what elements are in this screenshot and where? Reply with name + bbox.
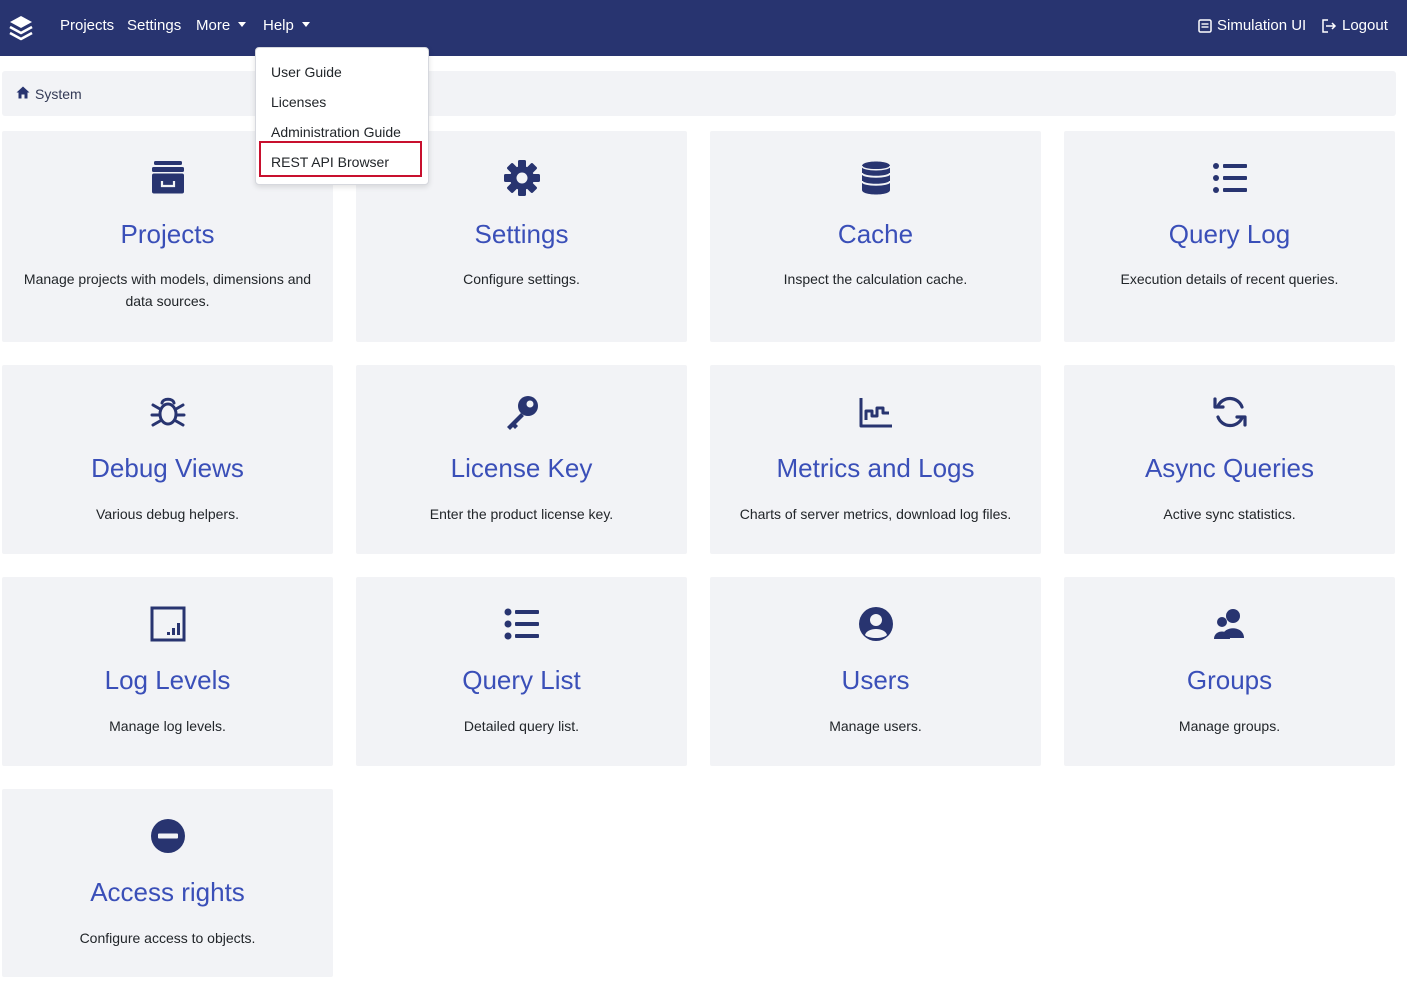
card-title: Groups (1186, 665, 1273, 695)
user-circle-icon (857, 605, 895, 643)
card-license-key[interactable]: License Key Enter the product license ke… (356, 365, 687, 554)
logout-icon (1321, 19, 1337, 33)
card-title: License Key (450, 453, 593, 483)
nav-more-label: More (196, 17, 231, 34)
layers-icon[interactable] (8, 14, 34, 42)
card-description: Manage groups. (1178, 718, 1281, 734)
card-users[interactable]: Users Manage users. (710, 577, 1041, 766)
card-title: Debug Views (91, 453, 244, 483)
card-query-list[interactable]: Query List Detailed query list. (356, 577, 687, 766)
chart-line-icon (857, 393, 895, 431)
key-icon (503, 393, 541, 431)
users-group-icon (1211, 605, 1249, 643)
card-title: Query Log (1168, 219, 1291, 249)
top-navbar: Projects Settings More Help Simulation U… (0, 0, 1407, 56)
card-metrics-and-logs[interactable]: Metrics and Logs Charts of server metric… (710, 365, 1041, 554)
list-bullets-icon (503, 605, 541, 643)
card-log-levels[interactable]: Log Levels Manage log levels. (2, 577, 333, 766)
card-groups[interactable]: Groups Manage groups. (1064, 577, 1395, 766)
card-description: Active sync statistics. (1163, 506, 1296, 522)
card-description: Detailed query list. (463, 718, 580, 734)
card-description: Configure access to objects. (79, 930, 256, 946)
chevron-down-icon (301, 22, 310, 27)
list-icon (1211, 159, 1249, 197)
card-description: Manage users. (829, 718, 922, 734)
database-icon (857, 159, 895, 197)
nav-help-label: Help (263, 17, 294, 34)
help-dropdown-menu: User Guide Licenses Administration Guide… (255, 47, 429, 185)
chevron-down-icon (238, 22, 247, 27)
card-description: Enter the product license key. (429, 506, 614, 522)
minus-circle-icon (149, 817, 187, 855)
breadcrumb: System (2, 71, 1396, 116)
nav-more-dropdown[interactable]: More (196, 17, 247, 35)
home-icon[interactable] (16, 86, 30, 104)
card-access-rights[interactable]: Access rights Configure access to object… (2, 789, 333, 977)
card-title: Async Queries (1144, 453, 1315, 483)
menu-item-licenses[interactable]: Licenses (271, 93, 326, 111)
card-title: Settings (474, 219, 569, 249)
card-description: Inspect the calculation cache. (783, 271, 968, 287)
card-title: Metrics and Logs (776, 453, 975, 483)
menu-item-user-guide[interactable]: User Guide (271, 63, 342, 81)
card-title: Users (841, 665, 910, 695)
card-title: Log Levels (104, 665, 231, 695)
nav-projects[interactable]: Projects (60, 17, 114, 35)
card-description: Various debug helpers. (96, 506, 239, 522)
card-title: Cache (837, 219, 914, 249)
logout-label: Logout (1342, 17, 1388, 34)
card-description: Manage log levels. (109, 718, 226, 734)
card-description: Charts of server metrics, download log f… (739, 506, 1012, 522)
window-icon (1198, 19, 1212, 33)
nav-settings[interactable]: Settings (127, 17, 181, 35)
gear-icon (503, 159, 541, 197)
archive-box-icon (149, 159, 187, 197)
sync-icon (1211, 393, 1249, 431)
nav-help-dropdown[interactable]: Help (263, 17, 310, 35)
card-description: Execution details of recent queries. (1120, 271, 1339, 287)
log-levels-icon (149, 605, 187, 643)
card-query-log[interactable]: Query Log Execution details of recent qu… (1064, 131, 1395, 342)
simulation-ui-label: Simulation UI (1217, 17, 1307, 34)
card-debug-views[interactable]: Debug Views Various debug helpers. (2, 365, 333, 554)
menu-item-administration-guide[interactable]: Administration Guide (271, 123, 401, 141)
card-title: Projects (120, 219, 215, 249)
card-description: Manage projects with models, dimensions … (23, 271, 312, 309)
menu-item-rest-api-browser[interactable]: REST API Browser (271, 153, 389, 171)
card-async-queries[interactable]: Async Queries Active sync statistics. (1064, 365, 1395, 554)
card-title: Query List (462, 665, 581, 695)
logout-link[interactable]: Logout (1321, 17, 1388, 35)
simulation-ui-link[interactable]: Simulation UI (1198, 17, 1306, 35)
card-description: Configure settings. (463, 271, 580, 287)
breadcrumb-system[interactable]: System (35, 85, 82, 103)
card-cache[interactable]: Cache Inspect the calculation cache. (710, 131, 1041, 342)
card-title: Access rights (90, 877, 245, 907)
bug-icon (149, 393, 187, 431)
